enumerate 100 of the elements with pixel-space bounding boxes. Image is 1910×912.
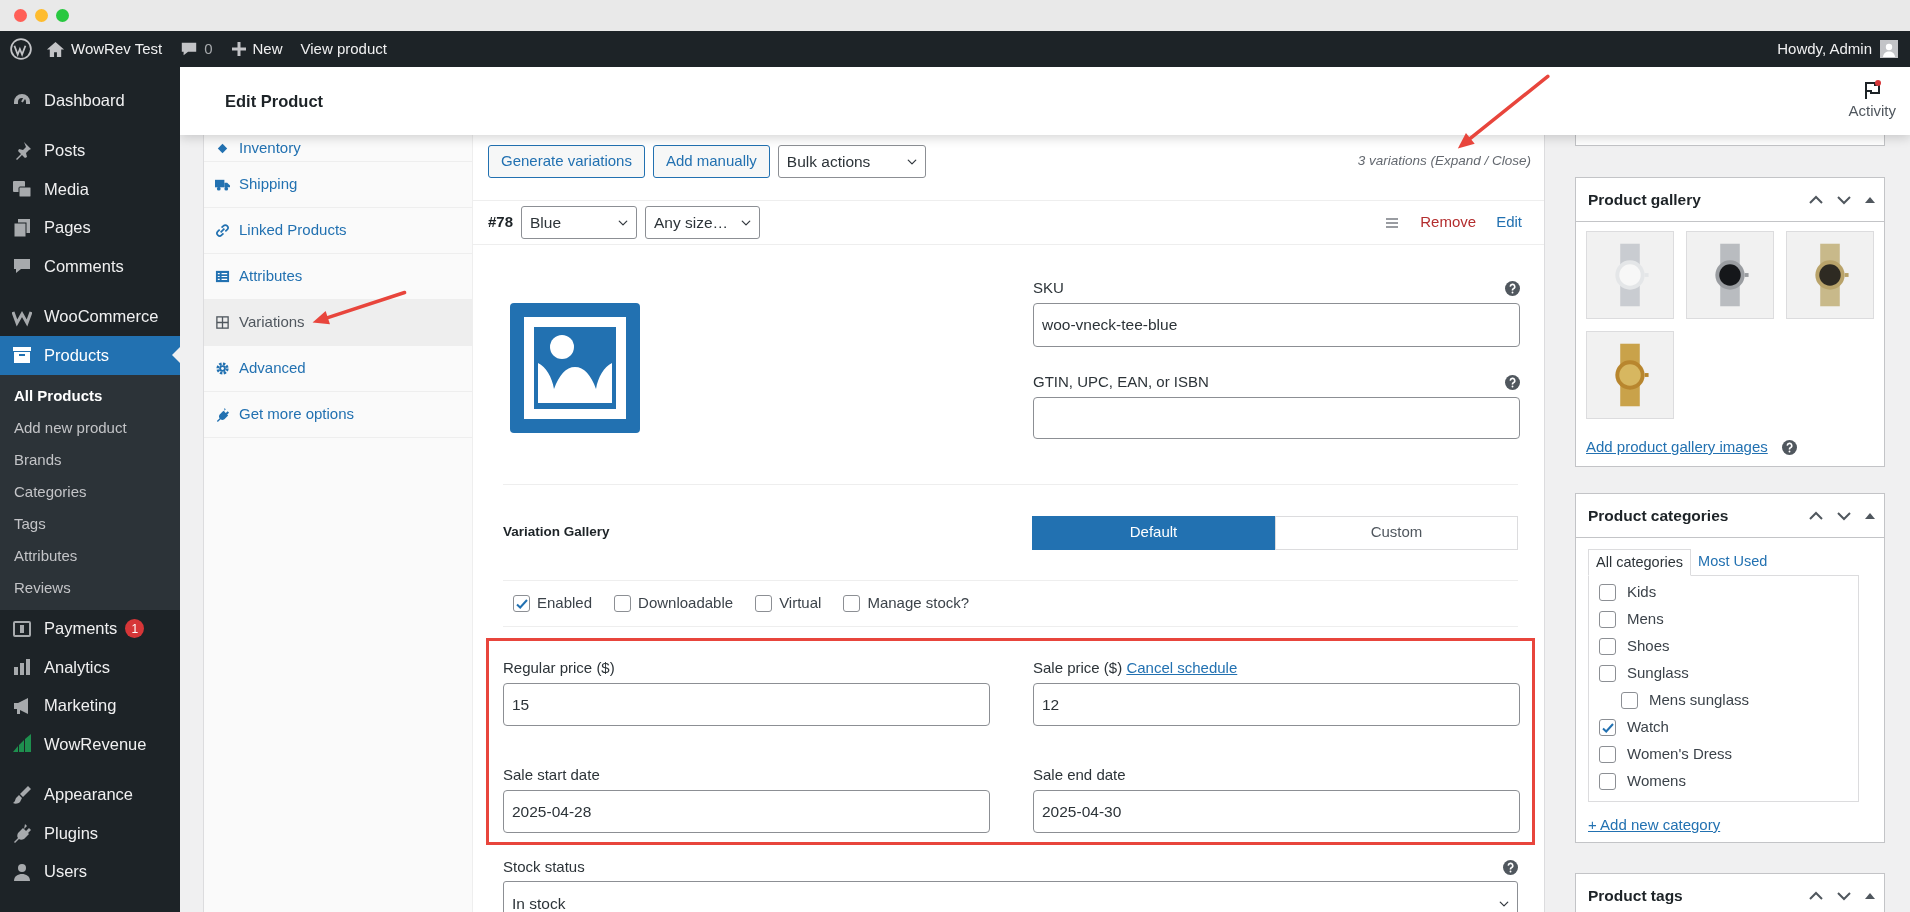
photos-icon [12, 179, 32, 200]
page-title: Edit Product [225, 90, 324, 112]
category-label: Sunglass [1627, 663, 1689, 684]
cancel-schedule-link[interactable]: Cancel schedule [1126, 658, 1238, 676]
submenu-item[interactable]: Tags [0, 508, 180, 541]
gtin-field[interactable] [1033, 397, 1520, 439]
gear-icon [215, 361, 230, 376]
submenu-item[interactable]: Reviews [0, 572, 180, 605]
list-icon [215, 269, 230, 284]
category-label: Mens sunglass [1649, 690, 1750, 711]
help-icon[interactable] [1505, 280, 1520, 296]
menu-item[interactable]: Dashboard [0, 81, 180, 120]
plus-icon [230, 41, 247, 57]
link-icon [215, 223, 230, 238]
menu-item[interactable]: Plugins [0, 814, 180, 853]
menu-item[interactable]: WooCommerce [0, 297, 180, 336]
remove-link[interactable]: Remove [1420, 211, 1477, 234]
sku-field[interactable]: woo-vneck-tee-blue [1033, 303, 1520, 347]
comments-link[interactable]: 0 [180, 37, 213, 61]
menu-item[interactable]: Posts [0, 131, 180, 170]
checkbox-label: Downloadable [638, 593, 734, 614]
category-label: Watch [1627, 717, 1669, 738]
product-data-tab[interactable]: Get more options [204, 392, 472, 438]
field-label: Sale end date [1033, 764, 1126, 785]
product-data-tab[interactable]: Inventory [204, 136, 472, 162]
price-field[interactable]: 15 [503, 683, 990, 726]
product-data-tab[interactable]: Shipping [204, 162, 472, 208]
category-tab[interactable]: Most Used [1691, 548, 1775, 575]
submenu-item[interactable]: Brands [0, 444, 180, 477]
checkbox[interactable] [1599, 638, 1616, 655]
product-data-tab[interactable]: Variations [204, 300, 472, 346]
toggle-option[interactable]: Custom [1275, 515, 1518, 550]
menu-item[interactable]: Comments [0, 247, 180, 286]
speech-bubble-icon [180, 40, 199, 58]
variation-number: #78 [488, 212, 514, 233]
menu-item[interactable]: Payments 1 [0, 609, 180, 648]
brush-icon [12, 784, 32, 805]
toolbar-button[interactable]: Add manually [652, 145, 770, 178]
diamond-icon [215, 141, 230, 156]
toolbar-button[interactable]: Generate variations [488, 145, 645, 178]
help-icon[interactable] [1503, 859, 1518, 875]
truck-icon [215, 177, 230, 192]
attribute-select[interactable]: Blue [521, 206, 638, 239]
stock-status-select[interactable]: In stock [503, 881, 1518, 912]
help-icon[interactable] [1505, 374, 1520, 390]
category-tab[interactable]: All categories [1588, 549, 1692, 576]
submenu-item[interactable]: Attributes [0, 540, 180, 573]
menu-item[interactable]: Users [0, 852, 180, 891]
box-title: Product categories [1588, 505, 1729, 526]
new-link[interactable]: New [230, 37, 283, 61]
checkbox[interactable] [1621, 692, 1638, 709]
activity-button[interactable]: Activity [1828, 79, 1910, 123]
product-data-tab[interactable]: Linked Products [204, 208, 472, 254]
menu-item[interactable]: Pages [0, 208, 180, 247]
logo-icon[interactable] [10, 38, 32, 60]
checkbox[interactable] [1599, 611, 1616, 628]
menu-item[interactable]: WowRevenue [0, 725, 180, 764]
product-data-tab[interactable]: Advanced [204, 346, 472, 392]
field-label: Sale price ($) [1033, 658, 1123, 676]
checkbox[interactable] [1599, 746, 1616, 763]
price-field[interactable]: 12 [1033, 683, 1520, 726]
account-link[interactable]: Howdy, Admin [1777, 37, 1872, 61]
menu-item[interactable]: Marketing [0, 686, 180, 725]
menu-item[interactable]: Products [0, 336, 180, 375]
checkbox[interactable] [843, 595, 861, 612]
price-field[interactable]: 2025-04-30 [1033, 790, 1520, 833]
pages-icon [12, 217, 32, 238]
expand-link[interactable]: Expand [1434, 153, 1481, 169]
checkbox[interactable] [755, 595, 773, 612]
checkbox-label: Enabled [537, 593, 593, 614]
edit-link[interactable]: Edit [1496, 211, 1522, 234]
field-label: Regular price ($) [503, 657, 615, 678]
attribute-select[interactable]: Any size… [645, 206, 761, 239]
menu-item[interactable]: Media [0, 170, 180, 209]
archive-box-icon [12, 345, 32, 366]
variations-count: 3 variations (Expand / Close) [1357, 152, 1531, 171]
add-category-link[interactable]: + Add new category [1588, 814, 1721, 837]
submenu-item[interactable]: Add new product [0, 412, 180, 445]
checkbox[interactable] [614, 595, 632, 612]
site-link[interactable]: WowRev Test [46, 37, 163, 61]
bulk-actions-select[interactable]: Bulk actions [777, 145, 926, 178]
category-label: Mens [1627, 609, 1664, 630]
bar-chart-icon [12, 657, 32, 678]
banknote-icon [12, 618, 32, 639]
checkbox[interactable] [1599, 584, 1616, 601]
view-product-link[interactable]: View product [300, 37, 387, 61]
checkbox[interactable] [1599, 773, 1616, 790]
submenu-item[interactable]: Categories [0, 476, 180, 509]
checkbox[interactable] [513, 595, 530, 612]
menu-item[interactable]: Appearance [0, 775, 180, 814]
checkbox[interactable] [1599, 665, 1616, 682]
help-icon[interactable] [1781, 439, 1797, 455]
checkbox[interactable] [1599, 719, 1616, 736]
notification-count: 1 [125, 619, 145, 639]
toggle-option[interactable]: Default [1031, 515, 1275, 550]
add-gallery-images-link[interactable]: Add product gallery images [1586, 436, 1768, 459]
image-placeholder-icon [510, 303, 640, 433]
submenu-item[interactable]: All Products [0, 380, 180, 413]
price-field[interactable]: 2025-04-28 [503, 790, 990, 833]
menu-item[interactable]: Analytics [0, 648, 180, 687]
